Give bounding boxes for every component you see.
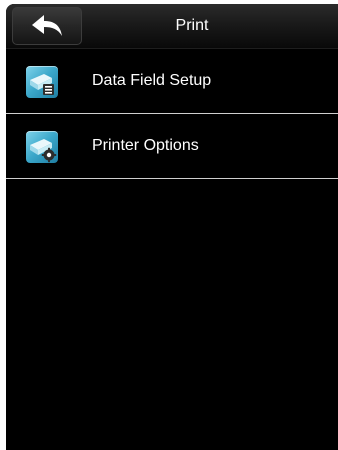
menu-item-data-field-setup[interactable]: Data Field Setup	[6, 49, 338, 114]
menu-item-label: Printer Options	[92, 137, 199, 154]
menu-item-printer-options[interactable]: Printer Options	[6, 114, 338, 179]
title-bar: Print	[6, 4, 338, 49]
device-screen: Print Data Field Setup Printer Options	[6, 4, 338, 450]
back-arrow-icon	[30, 14, 64, 38]
printer-data-field-icon	[26, 66, 58, 98]
page-title: Print	[175, 17, 209, 34]
menu-list: Data Field Setup Printer Options	[6, 49, 338, 179]
menu-item-label: Data Field Setup	[92, 72, 212, 89]
printer-options-icon	[26, 131, 58, 163]
back-button[interactable]	[12, 7, 82, 45]
